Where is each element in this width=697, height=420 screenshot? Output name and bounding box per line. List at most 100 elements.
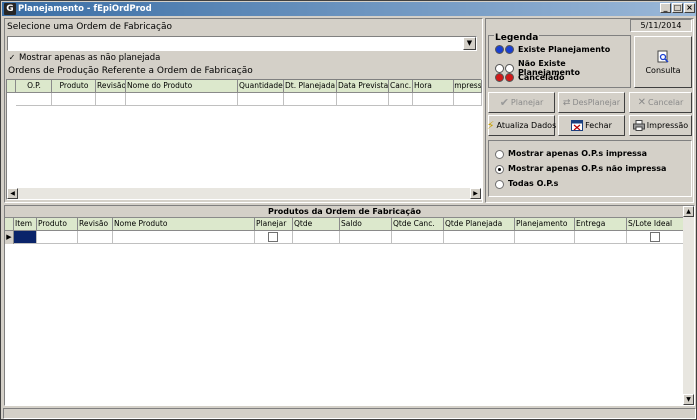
- scroll-up-icon[interactable]: ▲: [683, 206, 694, 217]
- orders-grid-cell[interactable]: [52, 93, 96, 106]
- col-op[interactable]: O.P.: [16, 80, 52, 93]
- cancelar-button[interactable]: ✕ Cancelar: [629, 92, 692, 113]
- orders-grid-cell[interactable]: [454, 93, 482, 106]
- col-impresso[interactable]: Impresso: [454, 80, 482, 93]
- blue-dot-icon: [495, 45, 504, 54]
- col-dt-planejada[interactable]: Dt. Planejada: [284, 80, 337, 93]
- products-grid-cell-selected[interactable]: [14, 231, 37, 244]
- orders-grid-cell[interactable]: [16, 93, 52, 106]
- radio-nao-impressa[interactable]: [495, 165, 504, 174]
- red-dot-icon: [495, 73, 504, 82]
- col-entrega[interactable]: Entrega: [575, 218, 627, 231]
- filter-checkbox[interactable]: ✓: [7, 54, 17, 64]
- col-produto[interactable]: Produto: [52, 80, 96, 93]
- products-grid-cell[interactable]: [627, 231, 684, 244]
- lightning-icon: ⚡: [486, 119, 495, 132]
- products-grid-cell[interactable]: [37, 231, 78, 244]
- orders-hscrollbar[interactable]: ◀ ▶: [7, 188, 481, 199]
- col-qtde[interactable]: Qtde: [293, 218, 340, 231]
- col-qtde-canc[interactable]: Qtde Canc.: [392, 218, 444, 231]
- orders-grid[interactable]: O.P. Produto Revisão Nome do Produto Qua…: [6, 79, 482, 200]
- orders-grid-cell[interactable]: [284, 93, 337, 106]
- impressao-label: Impressão: [646, 121, 689, 130]
- desplanejar-button[interactable]: ⇄ DesPlanejar: [558, 92, 625, 113]
- radio-todas[interactable]: [495, 180, 504, 189]
- col-canc[interactable]: Canc.: [389, 80, 413, 93]
- filter-checkbox-label: Mostrar apenas as não planejada: [19, 53, 161, 63]
- atualiza-dados-button[interactable]: ⚡ Atualiza Dados: [486, 115, 557, 136]
- col-planejamento[interactable]: Planejamento: [515, 218, 575, 231]
- x-icon: ✕: [637, 97, 647, 108]
- col-nome-produto[interactable]: Nome Produto: [113, 218, 255, 231]
- unplan-icon: ⇄: [562, 97, 571, 108]
- orders-grid-cell[interactable]: [96, 93, 126, 106]
- col-nome-produto[interactable]: Nome do Produto: [126, 80, 238, 93]
- white-dot-icon: [495, 63, 504, 73]
- col-revisao[interactable]: Revisão: [78, 218, 113, 231]
- orders-grid-cell[interactable]: [413, 93, 454, 106]
- white-dot-icon: [504, 63, 514, 73]
- red-dot-icon: [505, 73, 514, 82]
- products-grid-cell[interactable]: [392, 231, 444, 244]
- products-grid-cell[interactable]: [113, 231, 255, 244]
- orders-grid-cell[interactable]: [238, 93, 284, 106]
- orders-grid-cell[interactable]: [389, 93, 413, 106]
- products-grid-cell[interactable]: [293, 231, 340, 244]
- fechar-button[interactable]: Fechar: [558, 115, 625, 136]
- orders-grid-cell[interactable]: [126, 93, 238, 106]
- planejar-label: Planejar: [510, 98, 544, 107]
- maximize-button[interactable]: □: [672, 3, 683, 13]
- scroll-left-icon[interactable]: ◀: [7, 188, 18, 199]
- col-hora[interactable]: Hora: [413, 80, 454, 93]
- legend-label: Cancelado: [518, 73, 565, 82]
- print-filter-group: Mostrar apenas O.P.s impressa Mostrar ap…: [488, 140, 692, 197]
- legend-label: Existe Planejamento: [518, 45, 611, 54]
- planejar-button[interactable]: ✔ Planejar: [488, 92, 555, 113]
- products-grid-title: Produtos da Ordem de Fabricação: [5, 206, 684, 218]
- radio-impressa[interactable]: [495, 150, 504, 159]
- legend-item-existe: Existe Planejamento: [495, 45, 610, 54]
- col-planejar[interactable]: Planejar: [255, 218, 293, 231]
- impressao-button[interactable]: Impressão: [629, 115, 692, 136]
- chevron-down-icon[interactable]: ▼: [463, 37, 476, 50]
- products-grid-cell[interactable]: [340, 231, 392, 244]
- col-quantidade[interactable]: Quantidade: [238, 80, 284, 93]
- atualiza-label: Atualiza Dados: [496, 121, 557, 130]
- app-icon: G: [4, 3, 16, 15]
- col-saldo[interactable]: Saldo: [340, 218, 392, 231]
- minimize-button[interactable]: _: [660, 3, 671, 13]
- planejar-checkbox[interactable]: [268, 232, 278, 242]
- scroll-down-icon[interactable]: ▼: [683, 394, 694, 405]
- consulta-button[interactable]: Consulta: [634, 36, 692, 88]
- col-data-prevista[interactable]: Data Prevista: [337, 80, 389, 93]
- legend-box: Legenda Existe Planejamento Não Existe P…: [488, 33, 631, 88]
- orders-section-label: Ordens de Produção Referente a Ordem de …: [8, 66, 253, 76]
- cancelar-label: Cancelar: [648, 98, 684, 107]
- legend-item-cancelado: Cancelado: [495, 73, 565, 82]
- products-vscrollbar[interactable]: ▲ ▼: [683, 206, 694, 405]
- products-grid-cell[interactable]: [78, 231, 113, 244]
- close-window-icon: [571, 120, 584, 131]
- order-select[interactable]: ▼: [7, 36, 477, 51]
- select-order-label: Selecione uma Ordem de Fabricação: [7, 22, 173, 32]
- col-item[interactable]: Item: [14, 218, 37, 231]
- products-grid-cell[interactable]: [515, 231, 575, 244]
- date-display: 5/11/2014: [630, 19, 692, 32]
- desplanejar-label: DesPlanejar: [572, 98, 621, 107]
- close-button[interactable]: ×: [684, 3, 695, 13]
- orders-grid-cell[interactable]: [337, 93, 389, 106]
- products-grid[interactable]: Produtos da Ordem de Fabricação Item Pro…: [4, 205, 695, 406]
- row-indicator-icon: ▶: [5, 231, 14, 244]
- products-grid-cell[interactable]: [255, 231, 293, 244]
- col-revisao[interactable]: Revisão: [96, 80, 126, 93]
- s-lote-ideal-checkbox[interactable]: [650, 232, 660, 242]
- radio-nao-impressa-label: Mostrar apenas O.P.s não impressa: [508, 164, 667, 173]
- col-qtde-planejada[interactable]: Qtde Planejada: [444, 218, 515, 231]
- products-grid-cell[interactable]: [444, 231, 515, 244]
- check-icon: ✔: [499, 96, 509, 109]
- col-produto[interactable]: Produto: [37, 218, 78, 231]
- products-grid-cell[interactable]: [575, 231, 627, 244]
- scroll-right-icon[interactable]: ▶: [470, 188, 481, 199]
- status-bar: [3, 408, 696, 419]
- col-s-lote-ideal[interactable]: S/Lote Ideal: [627, 218, 684, 231]
